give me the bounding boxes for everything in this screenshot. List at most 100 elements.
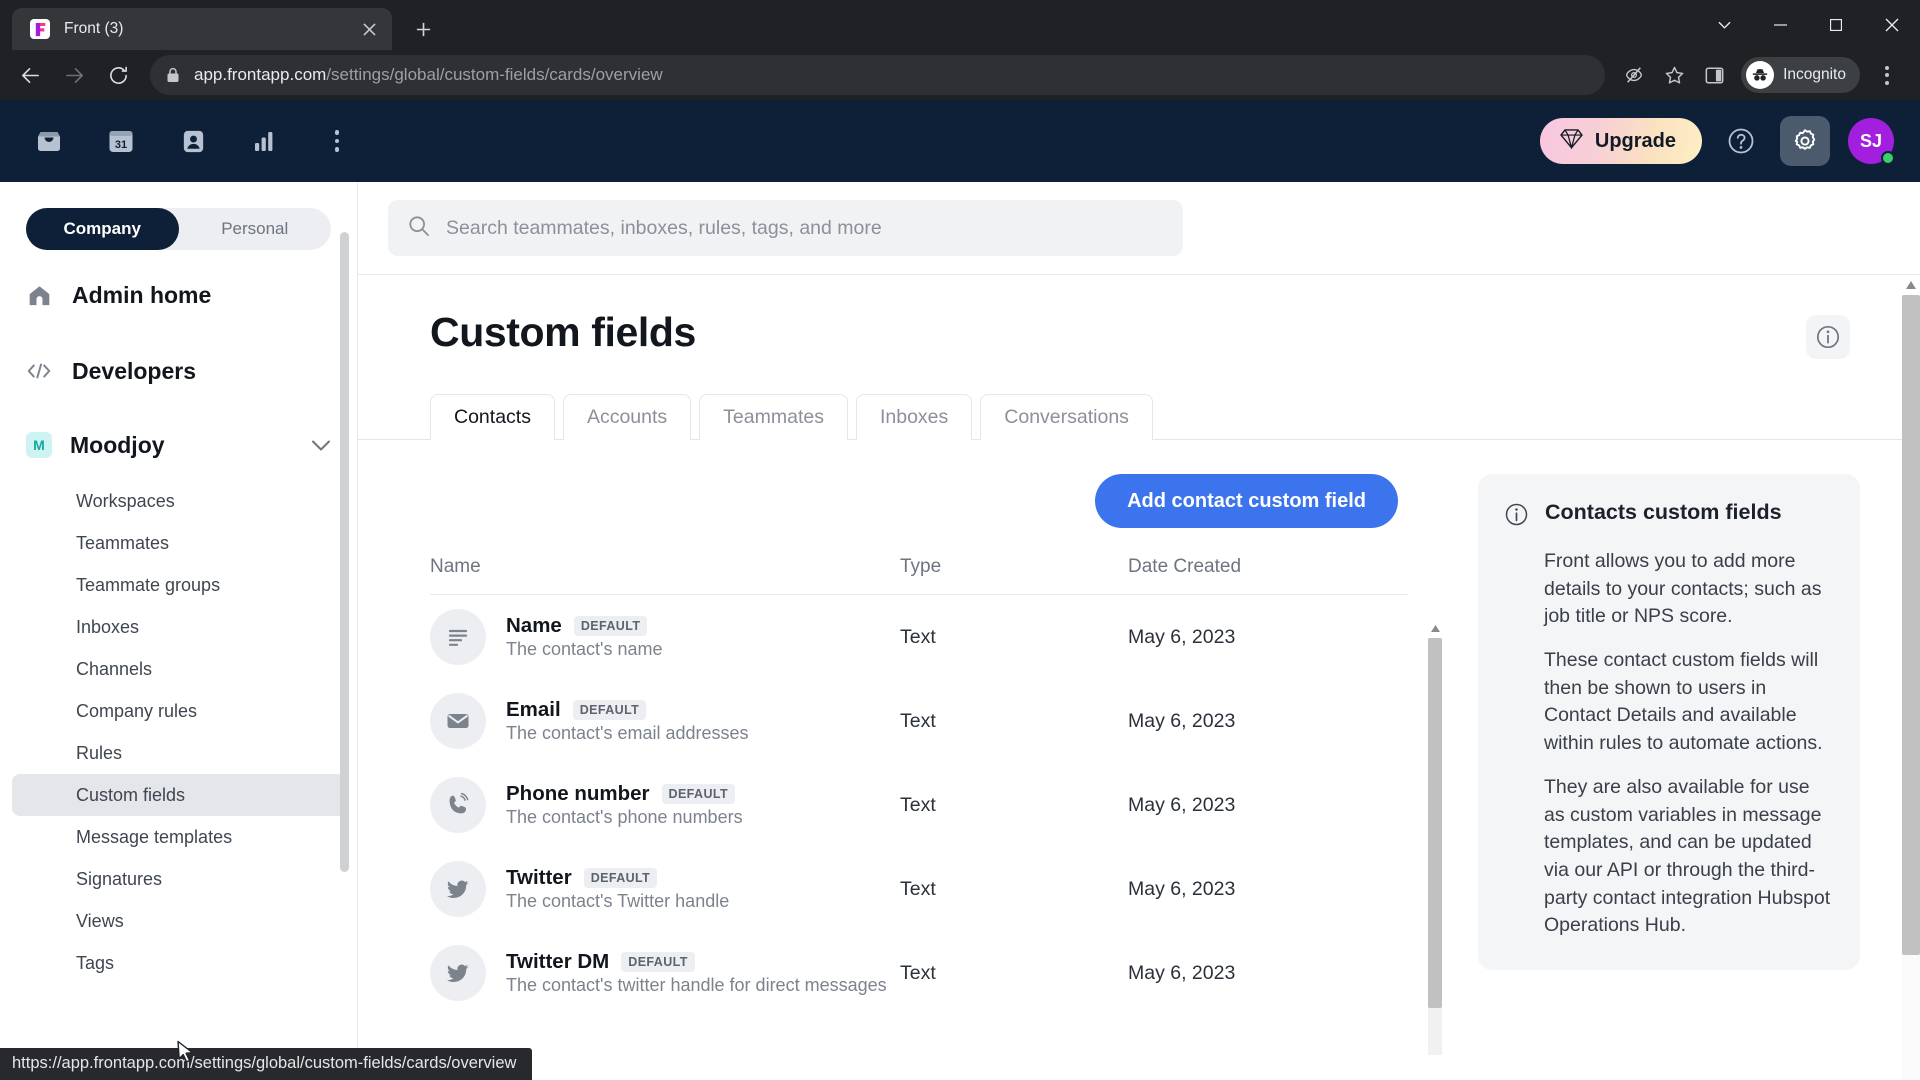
inbox-icon[interactable] xyxy=(26,118,72,164)
back-arrow-icon[interactable] xyxy=(10,55,50,95)
home-icon xyxy=(26,283,52,308)
tab-accounts[interactable]: Accounts xyxy=(562,394,692,440)
table-row[interactable]: Phone number DEFAULT The contact's phone… xyxy=(430,763,1408,847)
default-badge: DEFAULT xyxy=(621,951,695,972)
browser-tab-title: Front (3) xyxy=(64,20,124,37)
sidebar-item-developers[interactable]: Developers xyxy=(0,340,357,402)
sidebar-org-moodjoy[interactable]: M Moodjoy xyxy=(0,414,357,476)
incognito-indicator[interactable]: Incognito xyxy=(1741,57,1860,93)
mouse-cursor xyxy=(176,1040,196,1071)
contacts-icon[interactable] xyxy=(170,118,216,164)
tab-close-icon[interactable] xyxy=(356,16,382,42)
page-info-button[interactable] xyxy=(1806,315,1850,359)
sidebar-scrollbar[interactable] xyxy=(340,232,349,1012)
table-row[interactable]: Twitter DM DEFAULT The contact's twitter… xyxy=(430,931,1408,1015)
column-header-name[interactable]: Name xyxy=(430,556,900,578)
sidebar-scrollbar-thumb[interactable] xyxy=(340,232,349,872)
gear-icon[interactable] xyxy=(1780,116,1830,166)
field-description: The contact's email addresses xyxy=(506,722,749,743)
tab-contacts[interactable]: Contacts xyxy=(430,394,555,440)
segment-company[interactable]: Company xyxy=(26,208,179,250)
sidebar-item-views[interactable]: Views xyxy=(12,900,345,942)
field-description: The contact's Twitter handle xyxy=(506,890,730,911)
scroll-up-arrow-icon[interactable] xyxy=(1428,620,1442,636)
sidebar-item-tags[interactable]: Tags xyxy=(12,942,345,984)
table-column: Add contact custom field Name Type Date … xyxy=(358,440,1450,1055)
table-row[interactable]: Name DEFAULT The contact's name Text May xyxy=(430,595,1408,679)
tab-teammates[interactable]: Teammates xyxy=(699,394,848,440)
scope-segmented-control: Company Personal xyxy=(26,208,331,250)
side-panel-icon[interactable] xyxy=(1695,56,1733,94)
reload-icon[interactable] xyxy=(98,55,138,95)
field-description: The contact's phone numbers xyxy=(506,806,743,827)
table-row[interactable]: Email DEFAULT The contact's email addres… xyxy=(430,679,1408,763)
topnav-icon-group: 31 xyxy=(26,118,360,164)
diamond-icon xyxy=(1560,128,1583,155)
column-header-type[interactable]: Type xyxy=(900,556,1128,578)
table-row[interactable]: Twitter DEFAULT The contact's Twitter ha… xyxy=(430,847,1408,931)
address-bar[interactable]: app.frontapp.com/settings/global/custom-… xyxy=(150,55,1606,95)
scroll-up-arrow-icon[interactable] xyxy=(1902,275,1920,295)
tab-search-icon[interactable] xyxy=(1696,0,1752,50)
sidebar-item-signatures[interactable]: Signatures xyxy=(12,858,345,900)
field-title-row: Name DEFAULT xyxy=(506,614,663,638)
status-badge xyxy=(1881,151,1895,165)
default-badge: DEFAULT xyxy=(661,783,736,804)
search-input[interactable]: Search teammates, inboxes, rules, tags, … xyxy=(388,200,1183,256)
maximize-icon[interactable] xyxy=(1808,0,1864,50)
info-panel-body: Front allows you to add more details to … xyxy=(1504,548,1832,940)
window-controls xyxy=(1696,0,1920,50)
close-icon[interactable] xyxy=(1864,0,1920,50)
field-name: Phone number xyxy=(506,781,650,805)
column-header-date[interactable]: Date Created xyxy=(1128,556,1408,578)
chrome-menu-icon[interactable] xyxy=(1868,56,1906,94)
field-description: The contact's twitter handle for direct … xyxy=(506,974,887,995)
sidebar-item-workspaces[interactable]: Workspaces xyxy=(12,480,345,522)
browser-tab[interactable]: Front (3) xyxy=(12,8,392,50)
forward-arrow-icon xyxy=(54,55,94,95)
sidebar-item-message-templates[interactable]: Message templates xyxy=(12,816,345,858)
add-contact-custom-field-button[interactable]: Add contact custom field xyxy=(1095,474,1398,528)
more-options-icon[interactable] xyxy=(314,118,360,164)
tracking-protection-icon[interactable] xyxy=(1615,56,1653,94)
browser-toolbar: app.frontapp.com/settings/global/custom-… xyxy=(0,50,1920,100)
search-placeholder: Search teammates, inboxes, rules, tags, … xyxy=(446,216,882,239)
table-scrollbar-thumb[interactable] xyxy=(1428,638,1442,1008)
cell-name: Name DEFAULT The contact's name xyxy=(430,609,900,665)
sidebar-item-label: Admin home xyxy=(72,281,212,308)
info-paragraph: These contact custom fields will then be… xyxy=(1544,649,1823,755)
table-scrollbar[interactable] xyxy=(1428,620,1442,1055)
sidebar-item-custom-fields[interactable]: Custom fields xyxy=(12,774,345,816)
analytics-icon[interactable] xyxy=(242,118,288,164)
upgrade-button[interactable]: Upgrade xyxy=(1539,118,1702,164)
sidebar-item-teammate-groups[interactable]: Teammate groups xyxy=(12,564,345,606)
code-icon xyxy=(26,361,52,381)
incognito-label: Incognito xyxy=(1783,66,1846,83)
cell-date: May 6, 2023 xyxy=(1128,961,1236,984)
tab-inboxes[interactable]: Inboxes xyxy=(855,394,973,440)
sidebar-item-inboxes[interactable]: Inboxes xyxy=(12,606,345,648)
bookmark-star-icon[interactable] xyxy=(1655,56,1693,94)
cell-type: Text xyxy=(900,961,936,984)
sidebar-item-teammates[interactable]: Teammates xyxy=(12,522,345,564)
help-circle-icon[interactable] xyxy=(1720,120,1762,162)
page-scrollbar-thumb[interactable] xyxy=(1902,295,1920,955)
minimize-icon[interactable] xyxy=(1752,0,1808,50)
page-body: Company Personal Admin home Developers M… xyxy=(0,182,1920,1080)
avatar[interactable]: SJ xyxy=(1848,118,1895,165)
field-title-row: Twitter DEFAULT xyxy=(506,866,729,890)
calendar-icon[interactable]: 31 xyxy=(98,118,144,164)
front-logo-icon xyxy=(30,19,50,39)
content-columns: Add contact custom field Name Type Date … xyxy=(358,440,1920,1055)
chevron-down-icon[interactable] xyxy=(311,439,331,452)
segment-personal[interactable]: Personal xyxy=(179,208,332,250)
page-scrollbar[interactable] xyxy=(1902,275,1920,1080)
sidebar-item-company-rules[interactable]: Company rules xyxy=(12,690,345,732)
sidebar-item-admin-home[interactable]: Admin home xyxy=(0,264,357,326)
cell-date: May 6, 2023 xyxy=(1128,877,1236,900)
new-tab-button[interactable] xyxy=(406,12,440,46)
cell-type: Text xyxy=(900,877,936,900)
sidebar-item-rules[interactable]: Rules xyxy=(12,732,345,774)
tab-conversations[interactable]: Conversations xyxy=(980,394,1153,440)
sidebar-item-channels[interactable]: Channels xyxy=(12,648,345,690)
